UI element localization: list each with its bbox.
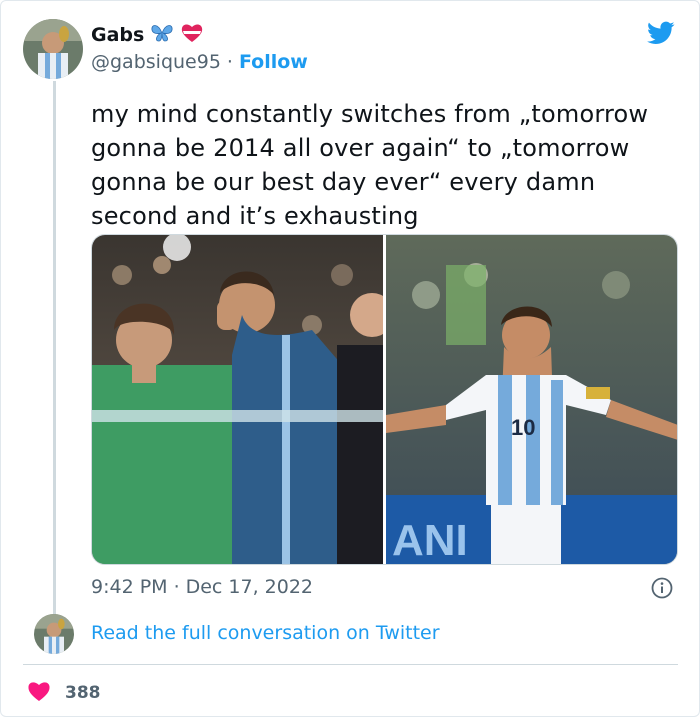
tweet-date[interactable]: Dec 17, 2022 [186, 576, 313, 598]
thread-line [53, 81, 56, 621]
author-name-row: Gabs [91, 23, 204, 47]
read-conversation-link[interactable]: Read the full conversation on Twitter [91, 622, 440, 644]
tweet-card: Gabs @gabsique95 · Follow my mind consta… [0, 0, 700, 717]
timestamp-separator: · [173, 576, 180, 598]
media-photo-left[interactable] [92, 235, 383, 564]
author-handle-row: @gabsique95 · Follow [91, 51, 308, 73]
tweet-timestamp[interactable]: 9:42 PM · Dec 17, 2022 [91, 576, 313, 598]
media-photo-right[interactable]: ANI 10 [386, 235, 677, 565]
follow-button[interactable]: Follow [239, 51, 308, 73]
tweet-time[interactable]: 9:42 PM [91, 576, 168, 598]
svg-text:10: 10 [511, 415, 535, 440]
heart-icon[interactable] [27, 680, 51, 706]
like-count: 388 [65, 683, 101, 703]
tweet-media[interactable]: ANI 10 [91, 234, 678, 565]
like-action[interactable]: 388 [27, 680, 101, 706]
author-name[interactable]: Gabs [91, 24, 144, 46]
author-avatar[interactable] [23, 19, 83, 79]
divider [23, 664, 678, 665]
svg-text:ANI: ANI [392, 516, 468, 565]
butterfly-icon [150, 23, 174, 47]
conversation-avatar[interactable] [34, 614, 74, 654]
heart-ribbon-icon [180, 23, 204, 47]
tweet-text: my mind constantly switches from „tomorr… [91, 100, 649, 230]
author-handle[interactable]: @gabsique95 [91, 51, 221, 73]
info-icon[interactable] [651, 577, 673, 603]
handle-separator: · [226, 51, 233, 73]
twitter-bird-icon[interactable] [645, 19, 677, 51]
